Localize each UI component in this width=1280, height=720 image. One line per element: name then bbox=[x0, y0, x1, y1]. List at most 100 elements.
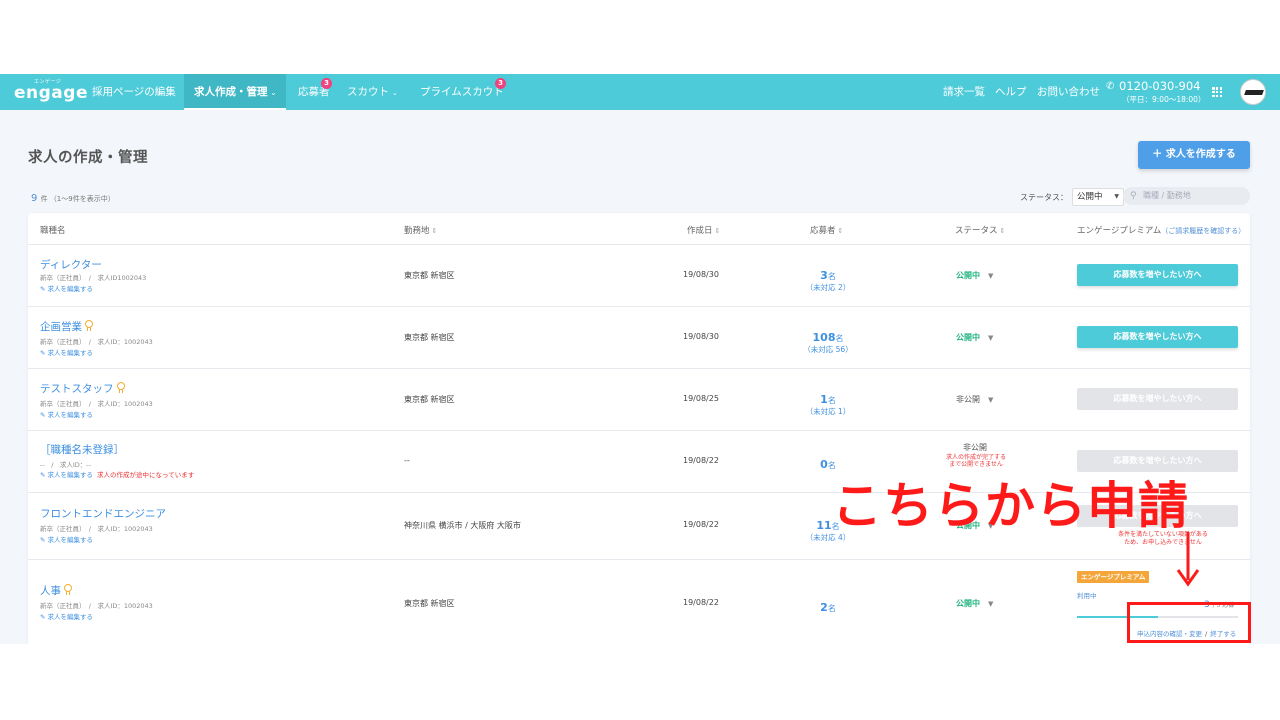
job-table: 職種名 勤務地 ⇕ 作成日 ⇕ 応募者 ⇕ ステータス ⇕ エンゲージプレミアム（ご請求… bbox=[28, 213, 1250, 644]
nav-scout[interactable]: スカウト ⌄ bbox=[347, 74, 398, 110]
company-avatar[interactable] bbox=[1240, 79, 1266, 105]
th-location[interactable]: 勤務地 ⇕ bbox=[404, 224, 437, 236]
status-select[interactable]: 公開中 ▼ bbox=[1072, 188, 1124, 206]
nav-billing[interactable]: 請求一覧 bbox=[943, 74, 985, 110]
job-title-link[interactable]: フロントエンドエンジニア bbox=[40, 506, 166, 521]
status-filter: ステータス： 公開中 ▼ bbox=[1020, 188, 1124, 206]
applicant-count: 2 bbox=[820, 601, 828, 614]
th-status[interactable]: ステータス ⇕ bbox=[955, 224, 1005, 236]
nav-job-management[interactable]: 求人作成・管理 ⌄ bbox=[184, 74, 287, 110]
th-label: ステータス bbox=[955, 226, 998, 236]
pending-count: （未対応 56） bbox=[803, 345, 853, 354]
job-title-link[interactable]: 企画営業 bbox=[40, 319, 94, 334]
th-label: 作成日 bbox=[687, 226, 713, 236]
applicants-link[interactable]: 108名 （未対応 56） bbox=[788, 326, 868, 355]
chevron-down-icon: ⌄ bbox=[270, 89, 277, 97]
th-job: 職種名 bbox=[40, 226, 66, 236]
search-icon: ⚲ bbox=[1130, 191, 1137, 201]
job-date: 19/08/30 bbox=[683, 332, 719, 341]
premium-in-use: 利用中 bbox=[1077, 592, 1097, 600]
create-job-button[interactable]: ＋ 求人を作成する bbox=[1138, 141, 1250, 169]
job-meta: 新卒（正社員） / 求人ID：1002043 bbox=[40, 338, 153, 346]
engage-logo[interactable]: エンゲージ engage bbox=[14, 79, 87, 106]
phone-number: 0120-030-904 bbox=[1119, 79, 1201, 93]
th-applicants[interactable]: 応募者 ⇕ bbox=[810, 224, 843, 236]
annotation-callout: こちらから申請 bbox=[832, 477, 1189, 535]
job-location: -- bbox=[404, 456, 410, 465]
edit-job-link[interactable]: ✎ 求人を編集する 求人の作成が途中になっています bbox=[40, 469, 194, 479]
job-location: 東京都 新宿区 bbox=[404, 333, 455, 342]
prime-scout-badge: 3 bbox=[495, 78, 506, 89]
edit-job-link[interactable]: ✎ 求人を編集する bbox=[40, 283, 93, 293]
applicant-unit: 名 bbox=[827, 272, 836, 281]
premium-apply-button[interactable]: 応募数を増やしたい方へ bbox=[1077, 326, 1238, 348]
job-title-link[interactable]: テストスタッフ bbox=[40, 381, 126, 396]
job-meta: 新卒（正社員） / 求人ID：1002043 bbox=[40, 525, 153, 533]
search-input[interactable]: ⚲ 職種 / 勤務地 bbox=[1123, 187, 1250, 205]
award-icon bbox=[64, 584, 73, 595]
th-label: エンゲージプレミアム bbox=[1077, 226, 1162, 236]
nav-prime-scout[interactable]: プライムスカウト bbox=[420, 74, 504, 110]
applicant-count: 1 bbox=[820, 393, 828, 406]
nav-help[interactable]: ヘルプ bbox=[995, 74, 1027, 110]
edit-job-link[interactable]: ✎ 求人を編集する bbox=[40, 409, 93, 419]
status-label: 非公開 bbox=[956, 395, 980, 404]
applicants-link[interactable]: 3名 （未対応 2） bbox=[788, 264, 868, 293]
table-row: 企画営業 新卒（正社員） / 求人ID：1002043 ✎ 求人を編集する 東京… bbox=[28, 307, 1250, 369]
edit-label: 求人を編集する bbox=[47, 285, 94, 293]
th-created[interactable]: 作成日 ⇕ bbox=[687, 224, 720, 236]
sort-icon: ⇕ bbox=[714, 227, 721, 235]
status-label: 公開中 bbox=[956, 271, 980, 280]
search-placeholder: 職種 / 勤務地 bbox=[1143, 191, 1191, 200]
edit-job-link[interactable]: ✎ 求人を編集する bbox=[40, 611, 93, 621]
billing-history-link[interactable]: （ご請求履歴を確認する） bbox=[1161, 227, 1245, 235]
nav-label: 求人作成・管理 bbox=[194, 86, 268, 98]
job-title-link[interactable]: 人事 bbox=[40, 583, 73, 598]
job-date: 19/08/22 bbox=[683, 520, 719, 529]
status-dropdown[interactable]: 公開中 ▼ bbox=[956, 270, 993, 281]
job-date: 19/08/22 bbox=[683, 598, 719, 607]
edit-job-link[interactable]: ✎ 求人を編集する bbox=[40, 534, 93, 544]
chevron-down-icon: ⌄ bbox=[392, 89, 398, 97]
applicants-link[interactable]: 1名 （未対応 1） bbox=[788, 388, 868, 417]
status-dropdown[interactable]: 公開中 ▼ bbox=[956, 598, 993, 609]
premium-apply-button[interactable]: 応募数を増やしたい方へ bbox=[1077, 264, 1238, 286]
table-row: テストスタッフ 新卒（正社員） / 求人ID：1002043 ✎ 求人を編集する… bbox=[28, 369, 1250, 431]
applicant-unit: 名 bbox=[827, 604, 836, 613]
edit-job-link[interactable]: ✎ 求人を編集する bbox=[40, 347, 93, 357]
status-dropdown[interactable]: 公開中 ▼ bbox=[956, 332, 993, 343]
award-icon bbox=[116, 382, 126, 393]
caret-down-icon: ▼ bbox=[988, 396, 994, 404]
status-dropdown[interactable]: 非公開 ▼ bbox=[956, 394, 993, 405]
page-body: 求人の作成・管理 ＋ 求人を作成する 9 件 （1〜9件を表示中） ステータス：… bbox=[0, 110, 1280, 644]
status-label: 公開中 bbox=[956, 599, 980, 608]
job-location: 神奈川県 横浜市 / 大阪府 大阪市 bbox=[404, 521, 521, 530]
nav-contact[interactable]: お問い合わせ bbox=[1037, 74, 1100, 110]
applicant-unit: 名 bbox=[835, 334, 844, 343]
premium-tag: エンゲージプレミアム bbox=[1077, 571, 1150, 583]
edit-label: 求人を編集する bbox=[47, 471, 94, 479]
applicants-link[interactable]: 2名 bbox=[788, 596, 868, 615]
job-title-link[interactable]: ［職種名未登録］ bbox=[40, 442, 124, 457]
sort-icon: ⇕ bbox=[431, 227, 438, 235]
job-location: 東京都 新宿区 bbox=[404, 599, 455, 608]
sort-icon: ⇕ bbox=[837, 227, 844, 235]
applicant-count: 0 bbox=[820, 458, 828, 471]
nav-label: 採用ページの編集 bbox=[92, 86, 176, 98]
job-meta: -- / 求人ID：-- bbox=[40, 461, 91, 469]
count-number: 9 bbox=[31, 193, 38, 204]
count-unit: 件 （1〜9件を表示中） bbox=[40, 195, 115, 203]
job-meta: 新卒（正社員） / 求人ID1002043 bbox=[40, 274, 147, 282]
job-title-link[interactable]: ディレクター bbox=[40, 257, 102, 272]
apps-grid-icon[interactable] bbox=[1212, 87, 1222, 97]
page-title: 求人の作成・管理 bbox=[28, 150, 148, 166]
pending-count: （未対応 2） bbox=[805, 283, 851, 292]
job-date: 19/08/25 bbox=[683, 394, 719, 403]
support-phone: ✆ 0120-030-904 （平日：9:00〜18:00） bbox=[1106, 79, 1205, 107]
th-premium: エンゲージプレミアム（ご請求履歴を確認する） bbox=[1077, 224, 1245, 236]
nav-career-page[interactable]: 採用ページの編集 bbox=[92, 74, 176, 110]
job-date: 19/08/30 bbox=[683, 270, 719, 279]
annotation-highlight-box bbox=[1127, 602, 1251, 643]
status-filter-label: ステータス： bbox=[1020, 192, 1068, 202]
award-icon bbox=[85, 320, 94, 331]
